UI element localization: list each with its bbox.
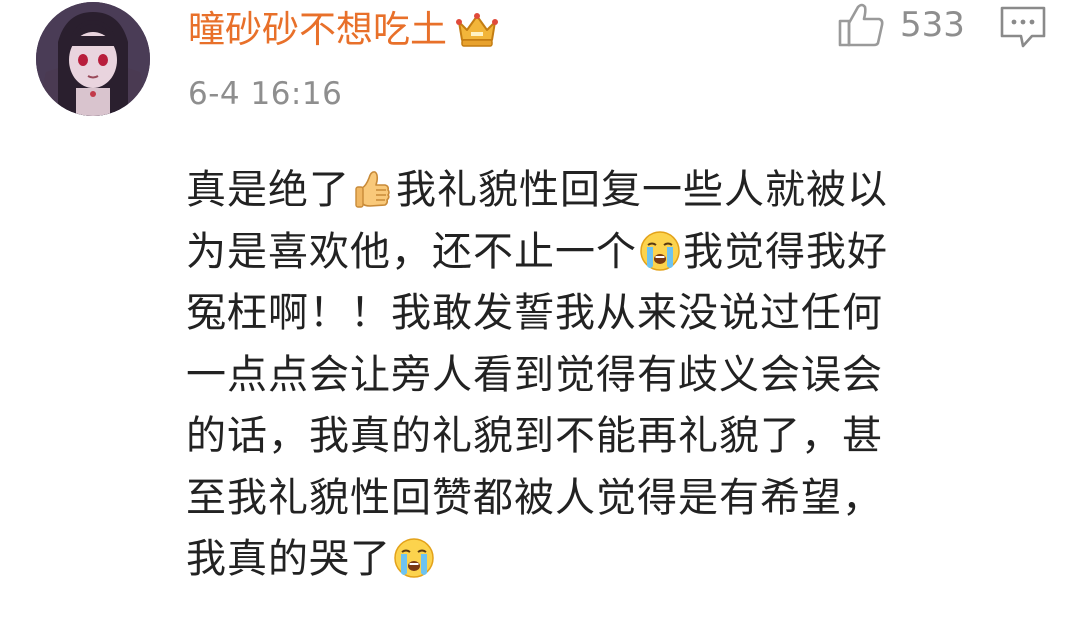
comment-body: 真是绝了 我礼貌性回复一些人就被以 为是喜欢他，还不止一个 我觉得我好 冤枉啊！… <box>186 160 1016 591</box>
comment-text: 冤枉啊！！我敢发誓我从来没说过任何 <box>186 290 883 336</box>
comment-timestamp: 6-4 16:16 <box>188 76 343 112</box>
comment-text: 至我礼貌性回赞都被人觉得是有希望， <box>186 474 883 521</box>
comment-text: 我礼貌性回复一些人就被以 <box>396 167 888 213</box>
comment-line: 我真的哭了 <box>186 529 1016 591</box>
like-count: 533 <box>900 5 965 45</box>
comment-line: 至我礼貌性回赞都被人觉得是有希望， <box>186 468 1016 530</box>
comment-text: 的话，我真的礼貌到不能再礼貌了，甚 <box>186 413 883 459</box>
thumbs-up-emoji <box>355 171 390 208</box>
crying-face-emoji <box>640 230 680 271</box>
comment-line: 一点点会让旁人看到觉得有歧义会误会 <box>186 345 1016 407</box>
comment-line: 的话，我真的礼貌到不能再礼貌了，甚 <box>186 406 1016 468</box>
like-button[interactable]: 533 <box>836 0 965 50</box>
username[interactable]: 曈砂砂不想吃土 <box>188 8 447 52</box>
comment-text: 真是绝了 <box>186 167 350 213</box>
comment-text: 我真的哭了 <box>186 536 391 582</box>
comment-text: 一点点会让旁人看到觉得有歧义会误会 <box>186 351 883 398</box>
avatar[interactable] <box>36 2 150 116</box>
comment-line: 为是喜欢他，还不止一个 我觉得我好 <box>186 222 1016 284</box>
comment-line: 冤枉啊！！我敢发誓我从来没说过任何 <box>186 283 1016 345</box>
thumbs-up-icon <box>838 3 884 47</box>
comment-text: 我觉得我好 <box>683 228 888 275</box>
comment-line: 真是绝了 我礼貌性回复一些人就被以 <box>186 160 1016 222</box>
crying-face-emoji <box>394 538 434 578</box>
comment-text: 为是喜欢他，还不止一个 <box>186 228 637 275</box>
comment-reply-icon[interactable] <box>998 4 1048 50</box>
username-row[interactable]: 曈砂砂不想吃土 <box>188 8 499 52</box>
vip-crown-icon <box>456 13 498 47</box>
anime-avatar-image <box>36 2 150 116</box>
